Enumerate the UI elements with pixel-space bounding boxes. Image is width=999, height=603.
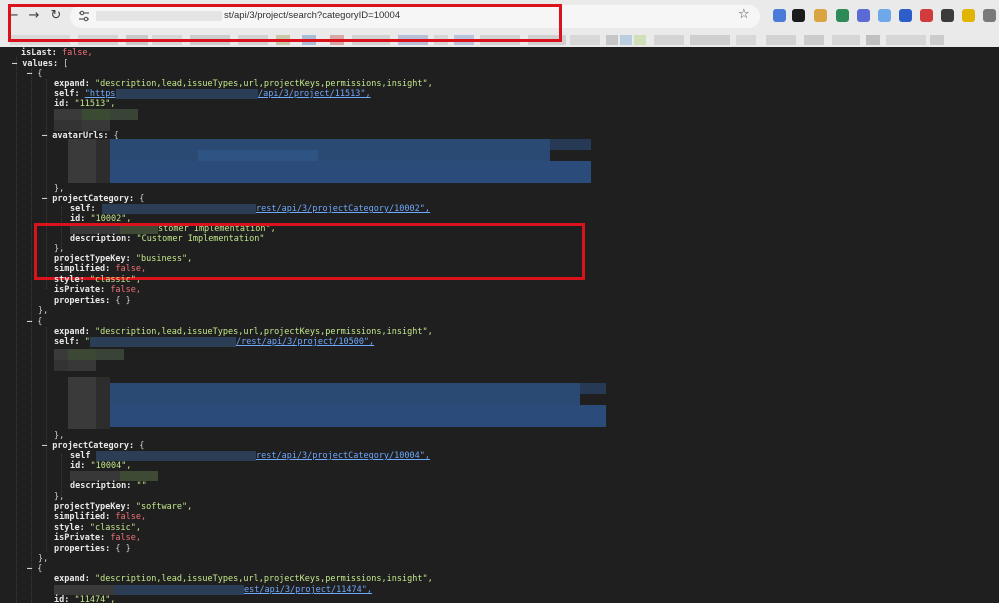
redacted-host <box>102 204 256 214</box>
redacted-block <box>54 349 138 371</box>
json-line-cat-self-1: self: <box>70 204 96 214</box>
json-line-properties-1: properties: { } <box>54 296 131 306</box>
redacted-host <box>90 337 236 347</box>
redacted-block <box>70 471 158 481</box>
bookmark-item[interactable] <box>866 35 880 45</box>
indent-guide <box>46 327 47 552</box>
json-line-self-2-tail: /rest/api/3/project/10500", <box>236 337 374 347</box>
json-line-style-2: style: "classic", <box>54 523 142 533</box>
bookmark-item[interactable] <box>606 35 618 45</box>
json-line-close-avatar-2: }, <box>54 431 65 441</box>
bookmark-item[interactable] <box>930 35 944 45</box>
bookmark-item[interactable] <box>886 35 926 45</box>
json-line-cat-self-2: self <box>70 451 91 461</box>
project-self-link[interactable]: /rest/api/3/project/10500", <box>236 337 374 347</box>
bookmark-star-icon[interactable]: ☆ <box>738 7 750 22</box>
json-line-properties-2: properties: { } <box>54 544 131 554</box>
collapse-toggle[interactable]: – <box>27 69 32 79</box>
bookmark-item[interactable] <box>690 35 730 45</box>
bookmark-item[interactable] <box>804 35 824 45</box>
bookmark-item[interactable] <box>736 35 756 45</box>
indent-guide <box>61 454 62 496</box>
collapse-toggle[interactable]: – <box>42 194 47 204</box>
json-viewer: isLast: false, – values: [ – { expand: "… <box>0 47 999 603</box>
collapse-toggle[interactable]: – <box>12 59 17 69</box>
json-line-cat-self-1-tail: rest/api/3/projectCategory/10002", <box>256 204 430 214</box>
collapse-toggle[interactable]: – <box>42 131 47 141</box>
json-line-id-3: id: "11474", <box>54 595 116 603</box>
json-line-cat-close-1: }, <box>54 244 65 254</box>
json-line-category-1: – projectCategory: { <box>42 194 145 204</box>
bookmark-item[interactable] <box>634 35 646 45</box>
browser-chrome: ← → ↻ st/api/3/project/search?categoryID… <box>0 0 999 47</box>
extension-icon[interactable] <box>941 9 954 22</box>
json-line-cat-close-2: }, <box>54 492 65 502</box>
json-line-end-2: }, <box>38 554 49 564</box>
extension-icon[interactable] <box>792 9 805 22</box>
extension-icon[interactable] <box>773 9 786 22</box>
redacted-avatar-urls <box>68 139 591 183</box>
json-line-expand-2: expand: "description,lead,issueTypes,url… <box>54 327 433 337</box>
bookmark-item[interactable] <box>620 35 632 45</box>
extension-icon[interactable] <box>962 9 975 22</box>
json-line-cat-desc-2: description: "" <box>70 481 147 491</box>
bookmark-item[interactable] <box>570 35 600 45</box>
json-line-isLast: isLast: false, <box>21 48 93 58</box>
collapse-toggle[interactable]: – <box>27 564 32 574</box>
collapse-toggle[interactable]: – <box>27 317 32 327</box>
collapse-toggle[interactable]: – <box>42 441 47 451</box>
project-self-link[interactable]: /api/3/project/11513", <box>258 89 371 99</box>
bookmark-item[interactable] <box>832 35 860 45</box>
json-line-end-1: }, <box>38 306 49 316</box>
json-line-open-3: – { <box>27 564 43 574</box>
extension-icon[interactable] <box>836 9 849 22</box>
project-self-link[interactable]: est/api/3/project/11474", <box>244 585 372 595</box>
redacted-host <box>54 585 244 595</box>
json-line-ptk-2: projectTypeKey: "software", <box>54 502 193 512</box>
redacted-host <box>96 451 256 461</box>
json-line-category-2: – projectCategory: { <box>42 441 145 451</box>
extension-icon[interactable] <box>899 9 912 22</box>
extension-icon[interactable] <box>920 9 933 22</box>
json-line-open-1: – { <box>27 69 43 79</box>
extension-icon[interactable] <box>814 9 827 22</box>
indent-guide <box>31 69 32 603</box>
json-line-expand-1: expand: "description,lead,issueTypes,url… <box>54 79 433 89</box>
extension-icon[interactable] <box>983 9 996 22</box>
redacted-avatar-urls <box>54 377 606 429</box>
json-line-values: – values: [ <box>12 59 69 69</box>
json-line-self-1: self: "https <box>54 89 116 99</box>
json-line-simplified-2: simplified: false, <box>54 512 147 522</box>
json-line-cat-id-2: id: "10004", <box>70 461 132 471</box>
project-self-link[interactable]: "https <box>85 89 116 99</box>
json-line-simplified-1: simplified: false, <box>54 264 147 274</box>
json-line-self-2: self: " <box>54 337 90 347</box>
redacted-host <box>116 89 258 99</box>
url-highlight-annotation <box>8 4 562 42</box>
json-line-private-2: isPrivate: false, <box>54 533 142 543</box>
category-self-link[interactable]: rest/api/3/projectCategory/10002", <box>256 204 430 214</box>
bookmark-item[interactable] <box>654 35 684 45</box>
json-line-private-1: isPrivate: false, <box>54 285 142 295</box>
redacted-block <box>54 109 138 131</box>
bookmark-item[interactable] <box>766 35 796 45</box>
category-self-link[interactable]: rest/api/3/projectCategory/10004", <box>256 451 430 461</box>
json-line-id-1: id: "11513", <box>54 99 116 109</box>
json-line-open-2: – { <box>27 317 43 327</box>
json-line-expand-3: expand: "description,lead,issueTypes,url… <box>54 574 433 584</box>
json-line-self-1-tail: /api/3/project/11513", <box>258 89 371 99</box>
extension-icon[interactable] <box>878 9 891 22</box>
json-line-cat-self-2-tail: rest/api/3/projectCategory/10004", <box>256 451 430 461</box>
extension-icon[interactable] <box>857 9 870 22</box>
json-line-self-3-tail: est/api/3/project/11474", <box>244 585 372 595</box>
json-line-close-avatar-1: }, <box>54 184 65 194</box>
json-line-ptk-1: projectTypeKey: "business", <box>54 254 193 264</box>
json-line-style-1: style: "classic", <box>54 275 142 285</box>
indent-guide <box>16 57 17 603</box>
